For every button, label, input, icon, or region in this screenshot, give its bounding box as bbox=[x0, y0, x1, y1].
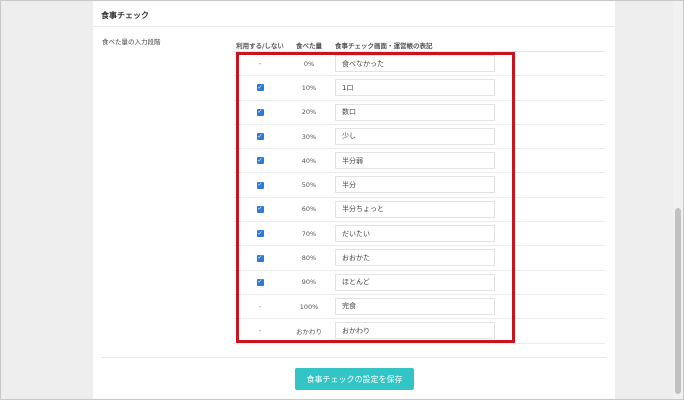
header-use: 利用する/しない bbox=[236, 42, 284, 50]
use-cell: - bbox=[233, 319, 287, 342]
use-checkbox[interactable]: ✓ bbox=[256, 84, 264, 92]
amount-cell: おかわり bbox=[296, 327, 322, 336]
use-checkbox[interactable]: ✓ bbox=[256, 254, 264, 262]
use-checkbox[interactable]: ✓ bbox=[256, 205, 264, 213]
intake-levels-label: 食べた量の入力段階 bbox=[102, 38, 161, 46]
use-dash: - bbox=[258, 302, 262, 311]
use-cell[interactable]: ✓ bbox=[233, 149, 287, 172]
use-cell[interactable]: ✓ bbox=[233, 222, 287, 245]
table-row: ✓ 90% ほとんど bbox=[233, 271, 605, 295]
table-row: - おかわり おかわり bbox=[233, 319, 605, 344]
amount-cell: 80% bbox=[301, 254, 317, 263]
use-checkbox[interactable]: ✓ bbox=[256, 133, 264, 141]
scrollbar-thumb[interactable] bbox=[675, 208, 681, 394]
amount-cell: 20% bbox=[301, 108, 317, 117]
use-checkbox[interactable]: ✓ bbox=[256, 278, 264, 286]
note-input[interactable]: 少し bbox=[335, 127, 495, 145]
scrollbar[interactable] bbox=[673, 0, 683, 400]
note-input[interactable]: 半分弱 bbox=[335, 152, 495, 170]
table-row: ✓ 70% だいたい bbox=[233, 222, 605, 247]
amount-cell: 10% bbox=[301, 83, 317, 92]
use-checkbox[interactable]: ✓ bbox=[256, 230, 264, 238]
use-cell[interactable]: ✓ bbox=[233, 246, 287, 269]
footer-divider bbox=[101, 357, 607, 358]
header-note: 食事チェック画面・運営帳の表記 bbox=[335, 42, 433, 50]
table-row: ✓ 40% 半分弱 bbox=[233, 149, 605, 174]
table-row: ✓ 50% 半分 bbox=[233, 173, 605, 198]
note-input[interactable]: 半分ちょっと bbox=[335, 200, 495, 218]
use-cell[interactable]: ✓ bbox=[233, 125, 287, 148]
amount-cell: 100% bbox=[299, 302, 319, 311]
use-cell: - bbox=[233, 52, 287, 75]
amount-cell: 40% bbox=[301, 156, 317, 165]
use-cell[interactable]: ✓ bbox=[233, 271, 287, 294]
table-row: ✓ 30% 少し bbox=[233, 125, 605, 150]
note-input[interactable]: 完食 bbox=[335, 297, 495, 315]
table-row: ✓ 60% 半分ちょっと bbox=[233, 198, 605, 223]
use-cell[interactable]: ✓ bbox=[233, 101, 287, 124]
use-checkbox[interactable]: ✓ bbox=[256, 181, 264, 189]
amount-cell: 60% bbox=[301, 205, 317, 214]
amount-cell: 70% bbox=[301, 229, 317, 238]
amount-cell: 0% bbox=[303, 59, 315, 68]
intake-levels-table: - 0% 食べなかった ✓ 10% 1口 ✓ 20% 数口 ✓ 30% 少し ✓ 40% 半分弱 ✓ 50% 半分… bbox=[233, 52, 605, 344]
note-input[interactable]: 1口 bbox=[335, 79, 495, 97]
table-row: - 0% 食べなかった bbox=[233, 52, 605, 77]
title-divider bbox=[93, 26, 615, 27]
save-settings-button[interactable]: 食事チェックの設定を保存 bbox=[295, 368, 414, 390]
note-input[interactable]: おおかた bbox=[335, 249, 495, 267]
use-dash: - bbox=[258, 326, 262, 335]
use-checkbox[interactable]: ✓ bbox=[256, 157, 264, 165]
table-row: ✓ 20% 数口 bbox=[233, 101, 605, 125]
header-amount: 食べた量 bbox=[296, 42, 322, 50]
use-cell[interactable]: ✓ bbox=[233, 173, 287, 196]
use-checkbox[interactable]: ✓ bbox=[256, 108, 264, 116]
use-dash: - bbox=[258, 59, 262, 68]
amount-cell: 50% bbox=[301, 181, 317, 190]
use-cell: - bbox=[233, 295, 287, 318]
note-input[interactable]: 半分 bbox=[335, 176, 495, 194]
note-input[interactable]: 数口 bbox=[335, 103, 495, 121]
amount-cell: 30% bbox=[301, 132, 317, 141]
use-cell[interactable]: ✓ bbox=[233, 198, 287, 221]
note-input[interactable]: ほとんど bbox=[335, 273, 495, 291]
amount-cell: 90% bbox=[301, 278, 317, 287]
table-row: ✓ 80% おおかた bbox=[233, 246, 605, 271]
table-row: ✓ 10% 1口 bbox=[233, 76, 605, 101]
section-title: 食事チェック bbox=[101, 11, 149, 20]
note-input[interactable]: おかわり bbox=[335, 322, 495, 340]
note-input[interactable]: 食べなかった bbox=[335, 55, 495, 72]
use-cell[interactable]: ✓ bbox=[233, 76, 287, 99]
note-input[interactable]: だいたい bbox=[335, 225, 495, 243]
settings-panel: 食事チェック 食べた量の入力段階 利用する/しない 食べた量 食事チェック画面・… bbox=[93, 0, 615, 400]
table-row: - 100% 完食 bbox=[233, 295, 605, 320]
